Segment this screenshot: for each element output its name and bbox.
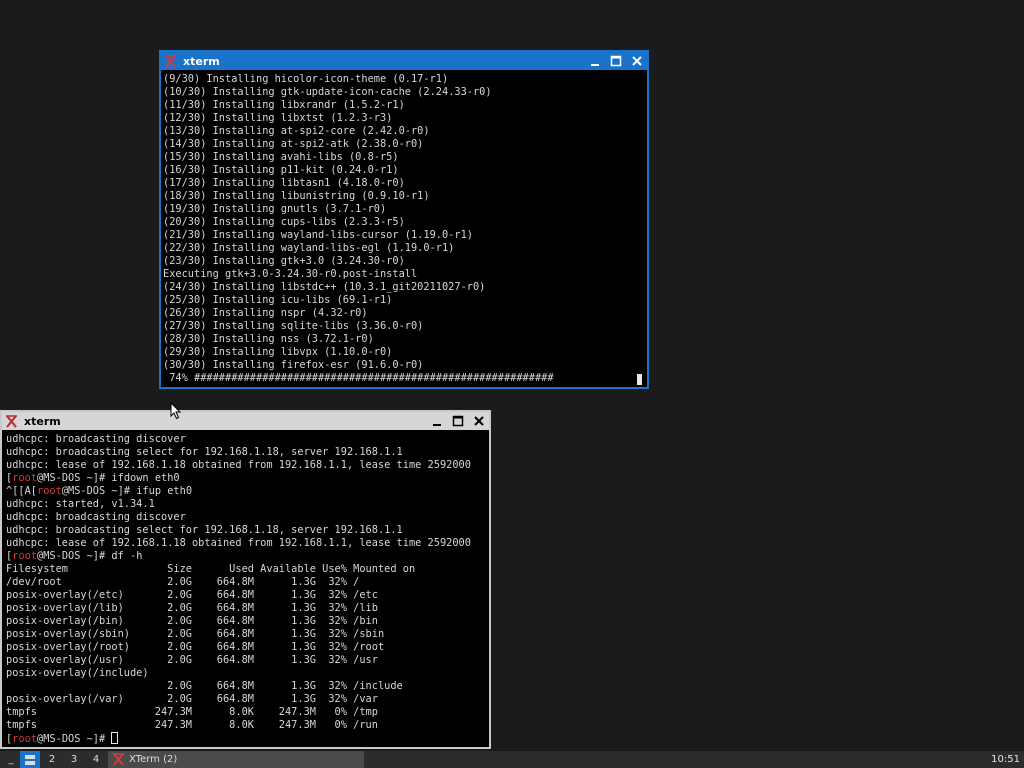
command-text: ifup eth0 bbox=[136, 485, 193, 497]
terminal-line: (9/30) Installing hicolor-icon-theme (0.… bbox=[163, 73, 449, 85]
workspace-1-button[interactable] bbox=[20, 751, 40, 768]
terminal-line: (16/30) Installing p11-kit (0.24.0-r1) bbox=[163, 164, 399, 176]
terminal-line: (30/30) Installing firefox-esr (91.6.0-r… bbox=[163, 359, 424, 371]
minimize-button[interactable] bbox=[584, 52, 605, 70]
prompt-host: @MS-DOS ~]# bbox=[61, 485, 137, 497]
prompt-line: [root@MS-DOS ~]# ifdown eth0 bbox=[6, 472, 487, 485]
terminal-line: Filesystem Size Used Available Use% Moun… bbox=[6, 563, 416, 575]
xterm-window-bottom[interactable]: xterm udhcpc: broadcasting discover udhcp… bbox=[0, 410, 491, 749]
prompt-user: root bbox=[12, 550, 38, 562]
terminal-cursor bbox=[637, 374, 642, 385]
prompt-user: root bbox=[12, 472, 38, 484]
terminal-line: tmpfs 247.3M 8.0K 247.3M 0% /tmp bbox=[6, 706, 378, 718]
prompt-line: [root@MS-DOS ~]# df -h bbox=[6, 550, 487, 563]
xterm-window-top[interactable]: xterm (9/30) Installing hicolor-icon-the… bbox=[159, 50, 649, 389]
terminal-line: (25/30) Installing icu-libs (69.1-r1) bbox=[163, 294, 393, 306]
terminal-line: (13/30) Installing at-spi2-core (2.42.0-… bbox=[163, 125, 430, 137]
terminal-cursor bbox=[111, 732, 119, 744]
terminal-line: udhcpc: lease of 192.168.1.18 obtained f… bbox=[6, 459, 471, 471]
terminal-line: (26/30) Installing nspr (4.32-r0) bbox=[163, 307, 368, 319]
terminal-line: posix-overlay(/usr) 2.0G 664.8M 1.3G 32%… bbox=[6, 654, 378, 666]
prompt-prefix: ^[[A[ bbox=[6, 485, 37, 497]
prompt-line: [root@MS-DOS ~]# bbox=[6, 732, 487, 745]
prompt-host: @MS-DOS ~]# bbox=[37, 472, 112, 484]
clock: 10:51 bbox=[991, 754, 1020, 765]
workspace-2-button[interactable]: 2 bbox=[42, 751, 62, 768]
titlebar[interactable]: xterm bbox=[161, 52, 647, 70]
terminal-line: (19/30) Installing gnutls (3.7.1-r0) bbox=[163, 203, 387, 215]
terminal-line: (24/30) Installing libstdc++ (10.3.1_git… bbox=[163, 281, 486, 293]
terminal-line: udhcpc: broadcasting discover bbox=[6, 433, 186, 445]
terminal-line: (11/30) Installing libxrandr (1.5.2-r1) bbox=[163, 99, 405, 111]
terminal-line: udhcpc: started, v1.34.1 bbox=[6, 498, 155, 510]
close-button[interactable] bbox=[468, 412, 489, 430]
terminal-line: posix-overlay(/sbin) 2.0G 664.8M 1.3G 32… bbox=[6, 628, 385, 640]
desktop[interactable]: xterm (9/30) Installing hicolor-icon-the… bbox=[0, 0, 1024, 768]
terminal-line: (12/30) Installing libxtst (1.2.3-r3) bbox=[163, 112, 393, 124]
window-title: xterm bbox=[24, 414, 61, 428]
terminal-line: tmpfs 247.3M 8.0K 247.3M 0% /run bbox=[6, 719, 378, 731]
terminal-line: udhcpc: broadcasting select for 192.168.… bbox=[6, 524, 403, 536]
terminal-line: posix-overlay(/etc) 2.0G 664.8M 1.3G 32%… bbox=[6, 589, 378, 601]
xterm-icon bbox=[112, 753, 125, 766]
terminal-line: (29/30) Installing libvpx (1.10.0-r0) bbox=[163, 346, 393, 358]
window-title: xterm bbox=[183, 54, 220, 68]
taskbar: _ 2 3 4 XTerm (2) 10:51 bbox=[0, 751, 1024, 768]
command-text: ifdown eth0 bbox=[111, 472, 180, 484]
xterm-icon bbox=[164, 54, 177, 68]
prompt-host: @MS-DOS ~]# bbox=[37, 733, 112, 745]
close-button[interactable] bbox=[626, 52, 647, 70]
terminal-line: (14/30) Installing at-spi2-atk (2.38.0-r… bbox=[163, 138, 424, 150]
prompt-user: root bbox=[12, 733, 38, 745]
terminal-line: Executing gtk+3.0-3.24.30-r0.post-instal… bbox=[163, 268, 418, 280]
mouse-pointer-icon bbox=[170, 402, 182, 420]
start-menu-button[interactable]: _ bbox=[4, 751, 18, 768]
terminal-line: /dev/root 2.0G 664.8M 1.3G 32% / bbox=[6, 576, 360, 588]
terminal-line: udhcpc: broadcasting discover bbox=[6, 511, 186, 523]
terminal-line: 2.0G 664.8M 1.3G 32% /include bbox=[6, 680, 403, 692]
command-text: df -h bbox=[111, 550, 143, 562]
terminal-line: posix-overlay(/bin) 2.0G 664.8M 1.3G 32%… bbox=[6, 615, 378, 627]
terminal-line: posix-overlay(/include) bbox=[6, 667, 149, 679]
taskbar-task-xterm[interactable]: XTerm (2) bbox=[108, 751, 364, 768]
terminal-line: (17/30) Installing libtasn1 (4.18.0-r0) bbox=[163, 177, 405, 189]
terminal-line: udhcpc: broadcasting select for 192.168.… bbox=[6, 446, 403, 458]
terminal-line: (15/30) Installing avahi-libs (0.8-r5) bbox=[163, 151, 399, 163]
workspace-3-button[interactable]: 3 bbox=[64, 751, 84, 768]
terminal-line: (28/30) Installing nss (3.72.1-r0) bbox=[163, 333, 374, 345]
terminal-line: (21/30) Installing wayland-libs-cursor (… bbox=[163, 229, 473, 241]
terminal-line: (22/30) Installing wayland-libs-egl (1.1… bbox=[163, 242, 455, 254]
task-label: XTerm (2) bbox=[129, 754, 178, 765]
terminal-line: udhcpc: lease of 192.168.1.18 obtained f… bbox=[6, 537, 471, 549]
minimize-button[interactable] bbox=[426, 412, 447, 430]
maximize-button[interactable] bbox=[447, 412, 468, 430]
xterm-icon bbox=[5, 414, 18, 428]
terminal-output[interactable]: udhcpc: broadcasting discover udhcpc: bro… bbox=[4, 433, 487, 745]
prompt-user: root bbox=[37, 485, 62, 497]
progress-line: 74% ####################################… bbox=[163, 372, 554, 384]
prompt-line: ^[[A[root@MS-DOS ~]# ifup eth0 bbox=[6, 485, 487, 498]
terminal-line: (10/30) Installing gtk-update-icon-cache… bbox=[163, 86, 492, 98]
terminal-line: posix-overlay(/var) 2.0G 664.8M 1.3G 32%… bbox=[6, 693, 378, 705]
terminal-line: posix-overlay(/root) 2.0G 664.8M 1.3G 32… bbox=[6, 641, 385, 653]
terminal-line: (23/30) Installing gtk+3.0 (3.24.30-r0) bbox=[163, 255, 405, 267]
terminal-line: (20/30) Installing cups-libs (2.3.3-r5) bbox=[163, 216, 405, 228]
terminal-output[interactable]: (9/30) Installing hicolor-icon-theme (0.… bbox=[163, 73, 645, 385]
workspace-4-button[interactable]: 4 bbox=[86, 751, 106, 768]
maximize-button[interactable] bbox=[605, 52, 626, 70]
terminal-line: posix-overlay(/lib) 2.0G 664.8M 1.3G 32%… bbox=[6, 602, 378, 614]
prompt-host: @MS-DOS ~]# bbox=[37, 550, 112, 562]
terminal-line: (18/30) Installing libunistring (0.9.10-… bbox=[163, 190, 430, 202]
terminal-line: (27/30) Installing sqlite-libs (3.36.0-r… bbox=[163, 320, 424, 332]
titlebar[interactable]: xterm bbox=[2, 412, 489, 430]
desktop-icon bbox=[25, 754, 35, 765]
